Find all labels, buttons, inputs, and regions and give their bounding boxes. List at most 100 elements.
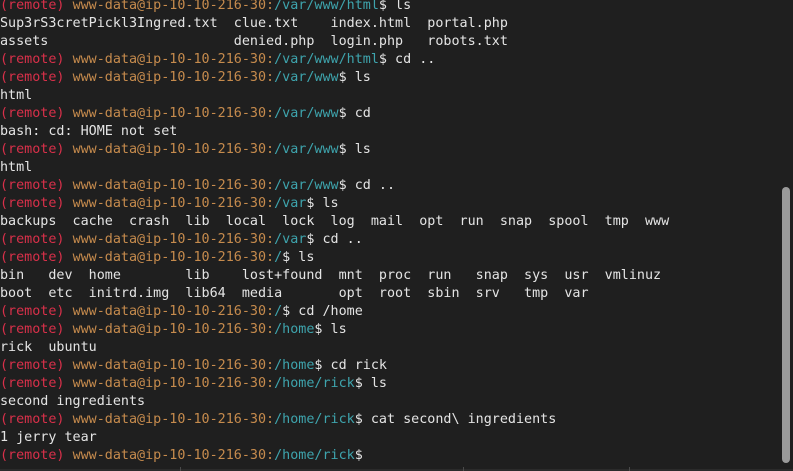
remote-tag: (remote) — [0, 196, 65, 211]
prompt-line: (remote) www-data@ip-10-10-216-30:/var/w… — [0, 141, 776, 159]
output-line: html — [0, 159, 776, 177]
output-line: backups cache crash lib local lock log m… — [0, 213, 776, 231]
current-path: /var/www — [274, 178, 339, 193]
user-host: www-data@ip-10-10-216-30 — [72, 376, 267, 391]
remote-tag: (remote) — [0, 0, 65, 13]
current-path: /var/www — [274, 142, 339, 157]
prompt-line: (remote) www-data@ip-10-10-216-30:/home/… — [0, 375, 776, 393]
prompt-colon: : — [266, 358, 275, 373]
remote-tag: (remote) — [0, 412, 65, 427]
command-text: ls — [386, 0, 412, 13]
prompt-colon: : — [266, 196, 275, 211]
prompt-line: (remote) www-data@ip-10-10-216-30:/$ cd … — [0, 303, 776, 321]
remote-tag: (remote) — [0, 250, 65, 265]
remote-tag: (remote) — [0, 106, 65, 121]
prompt-line: (remote) www-data@ip-10-10-216-30:/home$… — [0, 321, 776, 339]
prompt-colon: : — [266, 106, 275, 121]
remote-tag: (remote) — [0, 376, 65, 391]
prompt-line: (remote) www-data@ip-10-10-216-30:/var/w… — [0, 51, 776, 69]
command-text: ls — [362, 376, 387, 391]
command-text: cd .. — [346, 178, 396, 193]
output-line: bin dev home lib lost+found mnt proc run… — [0, 267, 776, 285]
output-line: second ingredients — [0, 393, 776, 411]
output-text: rick ubuntu — [0, 340, 97, 355]
prompt-line: (remote) www-data@ip-10-10-216-30:/var/w… — [0, 177, 776, 195]
remote-tag: (remote) — [0, 304, 65, 319]
prompt-line: (remote) www-data@ip-10-10-216-30:/var$ … — [0, 195, 776, 213]
prompt-dollar: $ — [338, 142, 347, 157]
remote-tag: (remote) — [0, 322, 65, 337]
command-text: ls — [346, 142, 371, 157]
prompt-dollar: $ — [354, 448, 363, 463]
text-cursor[interactable] — [363, 447, 371, 462]
output-line: rick ubuntu — [0, 339, 776, 357]
command-text: cd — [346, 106, 371, 121]
bottom-tick — [180, 467, 181, 471]
output-line: html — [0, 87, 776, 105]
prompt-colon: : — [266, 70, 275, 85]
bottom-tick — [629, 467, 630, 471]
terminal-window[interactable]: (remote) www-data@ip-10-10-216-30:/var/w… — [0, 0, 793, 471]
output-text: html — [0, 88, 33, 103]
command-text: cd .. — [386, 52, 436, 67]
output-text: backups cache crash lib local lock log m… — [0, 214, 670, 229]
current-path: / — [274, 304, 283, 319]
current-path: /var/www/html — [274, 0, 379, 13]
scrollbar-thumb[interactable] — [782, 187, 790, 463]
user-host: www-data@ip-10-10-216-30 — [72, 358, 267, 373]
current-path: /var — [274, 232, 307, 247]
user-host: www-data@ip-10-10-216-30 — [72, 196, 267, 211]
user-host: www-data@ip-10-10-216-30 — [72, 448, 267, 463]
output-text: html — [0, 160, 33, 175]
prompt-colon: : — [266, 250, 275, 265]
prompt-line: (remote) www-data@ip-10-10-216-30:/$ ls — [0, 249, 776, 267]
prompt-colon: : — [266, 412, 275, 427]
scrollbar-track[interactable] — [780, 0, 793, 471]
prompt-colon: : — [266, 448, 275, 463]
prompt-dollar: $ — [378, 52, 387, 67]
remote-tag: (remote) — [0, 142, 65, 157]
prompt-dollar: $ — [354, 412, 363, 427]
user-host: www-data@ip-10-10-216-30 — [72, 178, 267, 193]
remote-tag: (remote) — [0, 178, 65, 193]
output-text: assets denied.php login.php robots.txt — [0, 34, 508, 49]
command-text: ls — [290, 250, 315, 265]
command-text: cd /home — [290, 304, 363, 319]
prompt-colon: : — [266, 232, 275, 247]
user-host: www-data@ip-10-10-216-30 — [72, 0, 267, 13]
user-host: www-data@ip-10-10-216-30 — [72, 412, 267, 427]
prompt-dollar: $ — [354, 376, 363, 391]
user-host: www-data@ip-10-10-216-30 — [72, 52, 267, 67]
current-path: /var/www — [274, 70, 339, 85]
current-path: /home/rick — [274, 412, 355, 427]
remote-tag: (remote) — [0, 358, 65, 373]
prompt-colon: : — [266, 52, 275, 67]
current-path: / — [274, 250, 283, 265]
current-path: /var — [274, 196, 307, 211]
command-text: cat second\ ingredients — [362, 412, 557, 427]
output-text: bash: cd: HOME not set — [0, 124, 178, 139]
user-host: www-data@ip-10-10-216-30 — [72, 304, 267, 319]
current-path: /home/rick — [274, 376, 355, 391]
command-text: ls — [322, 322, 347, 337]
output-text: Sup3rS3cretPickl3Ingred.txt clue.txt ind… — [0, 16, 508, 31]
user-host: www-data@ip-10-10-216-30 — [72, 322, 267, 337]
command-text: cd .. — [314, 232, 363, 247]
command-text: cd rick — [322, 358, 387, 373]
current-path: /home — [274, 322, 315, 337]
prompt-line: (remote) www-data@ip-10-10-216-30:/home/… — [0, 447, 776, 465]
prompt-dollar: $ — [338, 106, 347, 121]
prompt-line: (remote) www-data@ip-10-10-216-30:/var/w… — [0, 0, 776, 15]
output-line: 1 jerry tear — [0, 429, 776, 447]
output-text: bin dev home lib lost+found mnt proc run… — [0, 268, 662, 283]
prompt-colon: : — [266, 142, 275, 157]
current-path: /var/www/html — [274, 52, 379, 67]
output-line: assets denied.php login.php robots.txt — [0, 33, 776, 51]
command-text: ls — [314, 196, 339, 211]
output-line: Sup3rS3cretPickl3Ingred.txt clue.txt ind… — [0, 15, 776, 33]
output-text: boot etc initrd.img lib64 media opt root… — [0, 286, 589, 301]
output-line: bash: cd: HOME not set — [0, 123, 776, 141]
remote-tag: (remote) — [0, 52, 65, 67]
remote-tag: (remote) — [0, 448, 65, 463]
prompt-line: (remote) www-data@ip-10-10-216-30:/var/w… — [0, 105, 776, 123]
